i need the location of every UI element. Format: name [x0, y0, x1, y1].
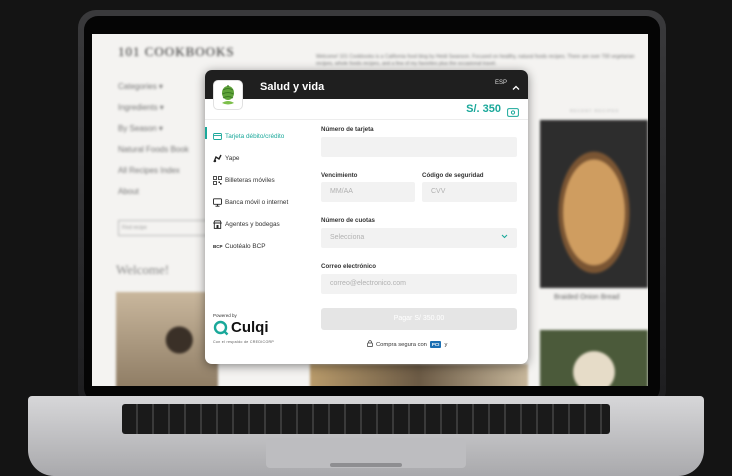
email-label: Correo electrónico: [321, 263, 377, 270]
method-label: Billeteras móviles: [225, 176, 275, 184]
card-number-input[interactable]: [321, 137, 517, 157]
hop-cone-icon: [222, 85, 234, 105]
credicorp-label: Con el respaldo de CREDICORP: [213, 340, 275, 344]
site-recent-label: RECENT RECIPES: [570, 108, 620, 113]
laptop-notch: [330, 463, 402, 467]
credit-card-icon: [213, 132, 225, 140]
checkout-modal: Salud y vida ESP S/. 350 Tarjeta débito/…: [205, 70, 528, 364]
method-label: Banca móvil o internet: [225, 198, 289, 206]
installments-select[interactable]: Selecciona: [321, 228, 517, 248]
yape-icon: [213, 154, 225, 163]
culqi-wordmark: Culqi: [231, 319, 269, 336]
method-bank[interactable]: Banca móvil o internet: [213, 195, 288, 209]
method-card[interactable]: Tarjeta débito/crédito: [213, 129, 284, 143]
amount-row: S/. 350: [205, 99, 528, 120]
site-intro: Welcome! 101 Cookbooks is a California f…: [316, 54, 635, 67]
qr-code-icon: [213, 175, 225, 185]
card-number-label: Número de tarjeta: [321, 126, 374, 133]
installments-label: Número de cuotas: [321, 217, 375, 224]
svg-text:BCP: BCP: [213, 244, 223, 249]
cvv-input[interactable]: CVV: [422, 182, 517, 202]
cvv-label: Código de seguridad: [422, 172, 484, 179]
language-selector[interactable]: ESP: [495, 80, 507, 86]
site-food-caption[interactable]: Braided Onion Bread: [554, 294, 619, 301]
method-label: Tarjeta débito/crédito: [225, 132, 285, 140]
email-input[interactable]: correo@electronico.com: [321, 274, 517, 294]
merchant-name: Salud y vida: [260, 81, 325, 93]
site-brand: 101 COOKBOOKS: [118, 44, 235, 59]
secure-purchase-note: Compra segura con PCI y: [367, 340, 447, 349]
checkout-header: Salud y vida ESP: [205, 70, 528, 99]
culqi-q-icon: [213, 320, 229, 335]
chevron-down-icon: [501, 228, 508, 248]
store-icon: [213, 219, 225, 229]
secure-suffix: y: [444, 341, 448, 348]
site-food-photo[interactable]: [540, 330, 648, 386]
method-label: Yape: [225, 154, 240, 162]
method-bcp[interactable]: BCP Cuotéalo BCP: [213, 239, 266, 253]
site-nav-item[interactable]: Categories ▾: [118, 82, 189, 91]
method-label: Agentes y bodegas: [225, 220, 280, 228]
installments-value: Selecciona: [330, 234, 365, 241]
method-agents[interactable]: Agentes y bodegas: [213, 217, 280, 231]
expiry-input[interactable]: MM/AA: [321, 182, 415, 202]
merchant-logo: [213, 80, 243, 110]
method-label: Cuotéalo BCP: [225, 242, 266, 250]
site-author-photo: [116, 292, 218, 386]
method-wallets[interactable]: Billeteras móviles: [213, 173, 275, 187]
lock-icon: [367, 340, 373, 349]
site-welcome-heading: Welcome!: [116, 262, 170, 277]
cash-icon: [507, 104, 519, 122]
site-nav-item[interactable]: About: [118, 187, 189, 196]
expiry-label: Vencimiento: [321, 172, 358, 179]
pci-badge: PCI: [429, 341, 442, 348]
site-nav-item[interactable]: All Recipes Index: [118, 166, 189, 175]
chevron-up-icon[interactable]: [512, 79, 520, 97]
site-nav-item[interactable]: By Season ▾: [118, 124, 189, 133]
bcp-icon: BCP: [213, 243, 225, 249]
secure-text: Compra segura con: [376, 341, 427, 348]
site-food-photo[interactable]: [540, 120, 648, 288]
pay-button[interactable]: Pagar S/ 350.00: [321, 308, 517, 330]
method-yape[interactable]: Yape: [213, 151, 239, 165]
amount-label: S/. 350: [466, 103, 501, 115]
active-method-indicator: [205, 127, 207, 139]
site-nav: Categories ▾ Ingredients ▾ By Season ▾ N…: [118, 82, 189, 208]
powered-by-label: Powered by: [213, 313, 237, 318]
payment-methods: Tarjeta débito/crédito Yape Billeteras m…: [205, 120, 311, 364]
site-nav-item[interactable]: Natural Foods Book: [118, 145, 189, 154]
monitor-icon: [213, 197, 225, 207]
culqi-logo: Culqi: [213, 319, 269, 336]
site-food-photo: [310, 364, 528, 386]
laptop-keyboard: [122, 404, 610, 434]
site-nav-item[interactable]: Ingredients ▾: [118, 103, 189, 112]
